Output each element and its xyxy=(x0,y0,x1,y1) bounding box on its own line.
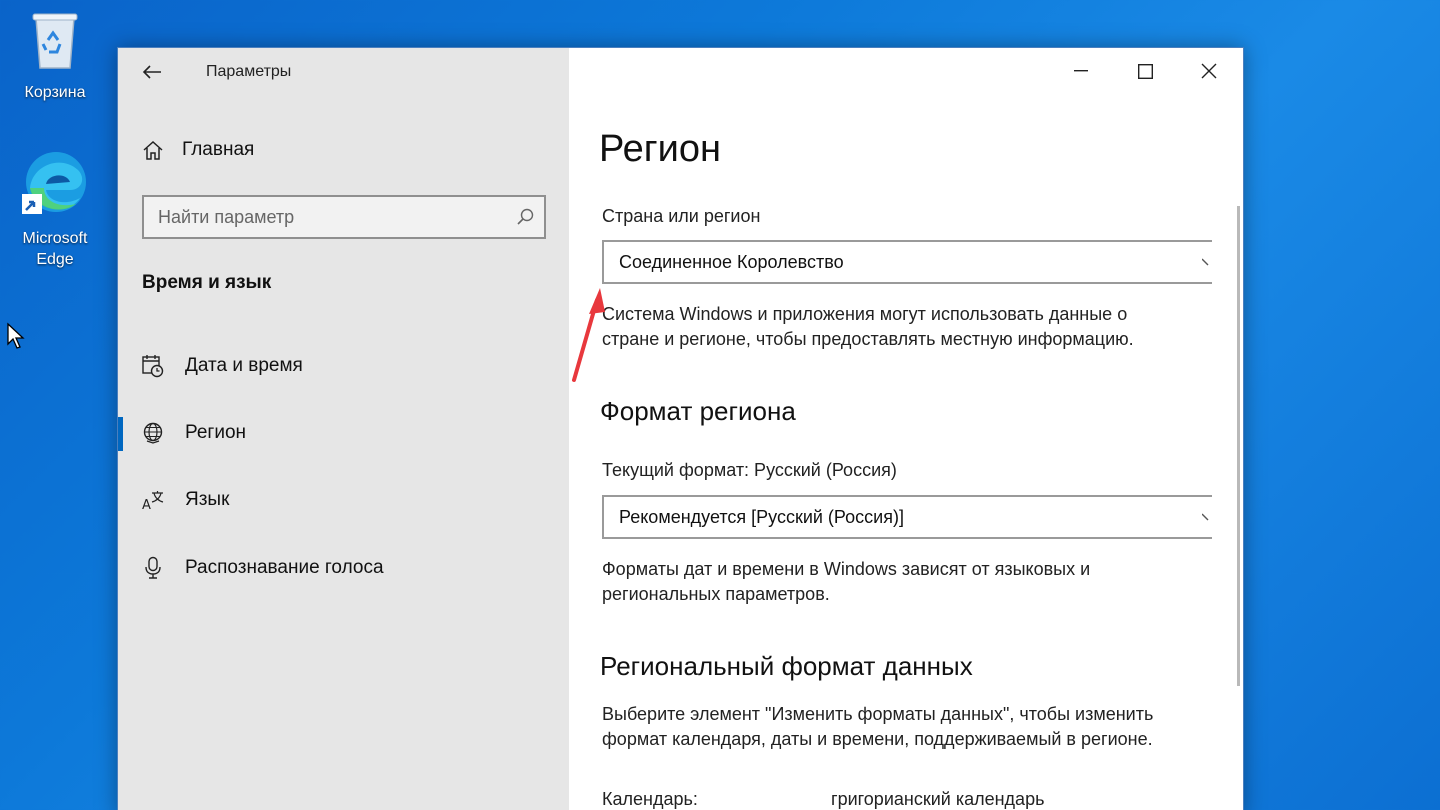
home-label: Главная xyxy=(182,139,255,160)
settings-window: Параметры Главная Найти параметр Время и… xyxy=(117,47,1244,810)
close-button[interactable] xyxy=(1177,48,1241,94)
app-title: Параметры xyxy=(206,63,292,80)
current-format-label: Текущий формат: Русский (Россия) xyxy=(602,460,897,480)
maximize-icon xyxy=(1137,63,1153,79)
scrollbar[interactable] xyxy=(1237,206,1240,686)
regional-data-heading: Региональный формат данных xyxy=(600,651,973,681)
regional-description: Выберите элемент "Изменить форматы данны… xyxy=(602,702,1202,752)
edge-label-line2: Edge xyxy=(36,251,74,268)
back-button[interactable] xyxy=(138,60,166,84)
minimize-icon xyxy=(1074,70,1088,72)
mouse-cursor-icon xyxy=(6,322,26,355)
calendar-label: Календарь: xyxy=(602,789,698,809)
regional-desc-line2: формат календаря, даты и времени, поддер… xyxy=(602,729,1153,749)
country-desc-line1: Система Windows и приложения могут испол… xyxy=(602,304,1128,324)
language-icon: A xyxy=(141,488,165,513)
country-desc-line2: стране и регионе, чтобы предоставлять ме… xyxy=(602,329,1134,349)
recycle-bin-icon xyxy=(10,10,100,78)
content-pane: Регион Страна или регион Соединенное Кор… xyxy=(569,48,1243,810)
back-arrow-icon xyxy=(142,65,161,79)
nav-item-label: Язык xyxy=(185,489,230,510)
regional-desc-line1: Выберите элемент "Изменить форматы данны… xyxy=(602,704,1154,724)
search-input[interactable]: Найти параметр xyxy=(142,195,546,239)
globe-icon xyxy=(141,421,165,445)
calendar-value: григорианский календарь xyxy=(831,789,1045,809)
format-description: Форматы дат и времени в Windows зависят … xyxy=(602,557,1202,607)
chevron-down-icon xyxy=(1201,511,1212,529)
nav-item-label: Распознавание голоса xyxy=(185,557,384,578)
page-title: Регион xyxy=(599,128,722,170)
svg-text:A: A xyxy=(142,498,151,512)
recycle-bin-desktop-icon[interactable]: Корзина xyxy=(10,10,100,103)
country-value: Соединенное Королевство xyxy=(619,252,844,272)
section-title: Время и язык xyxy=(142,272,272,293)
format-value: Рекомендуется [Русский (Россия)] xyxy=(619,507,904,527)
nav-item-label: Дата и время xyxy=(185,355,303,376)
nav-item-speech[interactable]: Распознавание голоса xyxy=(118,540,569,596)
maximize-button[interactable] xyxy=(1113,48,1177,94)
calendar-clock-icon xyxy=(141,354,165,378)
country-dropdown[interactable]: Соединенное Королевство xyxy=(602,240,1212,284)
format-dropdown[interactable]: Рекомендуется [Русский (Россия)] xyxy=(602,495,1212,539)
home-icon xyxy=(143,140,163,160)
country-description: Система Windows и приложения могут испол… xyxy=(602,302,1202,352)
chevron-down-icon xyxy=(1201,256,1212,274)
annotation-arrow-icon xyxy=(572,288,605,382)
search-icon xyxy=(516,208,534,231)
recycle-bin-label: Корзина xyxy=(24,84,86,101)
close-icon xyxy=(1201,63,1217,79)
microphone-icon xyxy=(141,556,165,580)
search-placeholder: Найти параметр xyxy=(158,207,295,227)
country-label: Страна или регион xyxy=(602,206,761,226)
edge-desktop-icon[interactable]: Microsoft Edge xyxy=(10,148,100,270)
format-heading: Формат региона xyxy=(600,396,796,426)
nav-item-date-time[interactable]: Дата и время xyxy=(118,338,569,394)
format-desc-line2: региональных параметров. xyxy=(602,584,830,604)
format-desc-line1: Форматы дат и времени в Windows зависят … xyxy=(602,559,1091,579)
home-nav-item[interactable]: Главная xyxy=(142,139,254,161)
minimize-button[interactable] xyxy=(1049,48,1113,94)
navigation-pane: Параметры Главная Найти параметр Время и… xyxy=(118,48,569,810)
edge-label-line1: Microsoft xyxy=(22,230,88,247)
nav-item-language[interactable]: A Язык xyxy=(118,472,569,528)
nav-item-region[interactable]: Регион xyxy=(118,405,569,461)
nav-item-label: Регион xyxy=(185,422,247,443)
edge-icon xyxy=(10,148,100,224)
